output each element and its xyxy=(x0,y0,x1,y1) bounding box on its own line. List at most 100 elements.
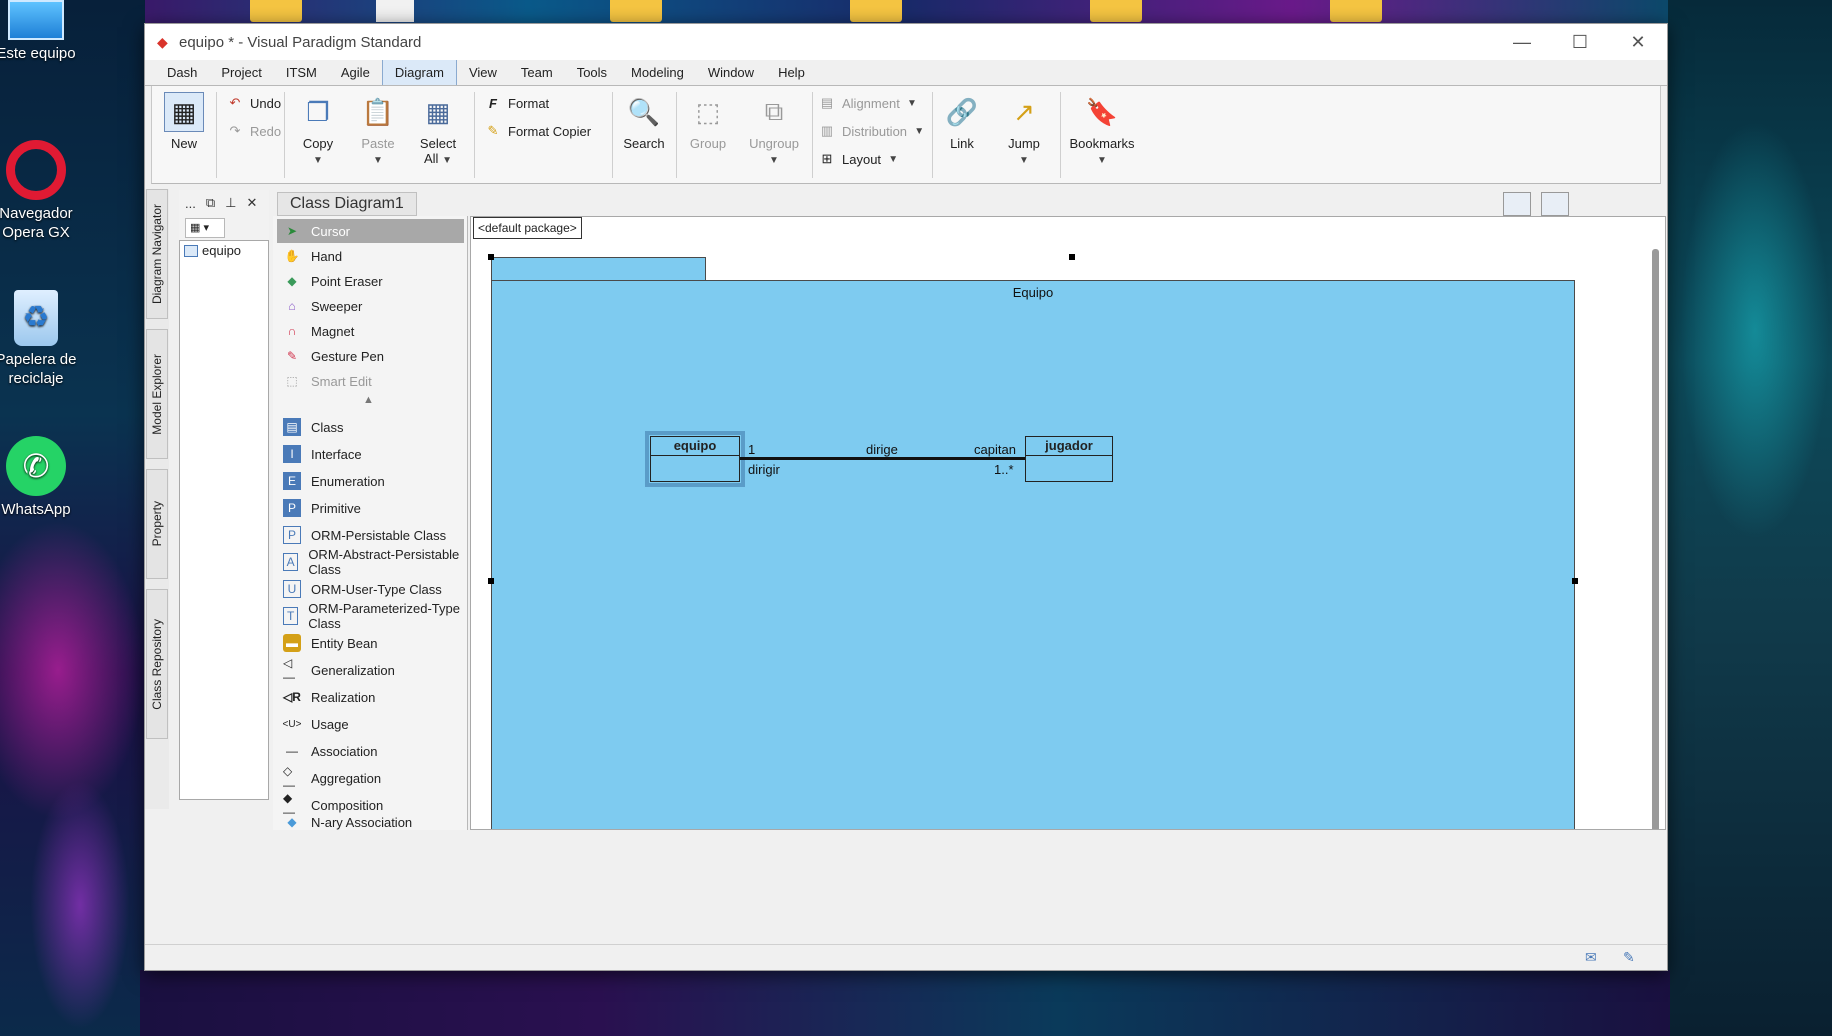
menu-itsm[interactable]: ITSM xyxy=(274,61,329,85)
package-path-label[interactable]: <default package> xyxy=(473,217,582,239)
alignment-button[interactable]: ▤ Alignment ▼ xyxy=(818,92,917,114)
title-bar[interactable]: ◆ equipo * - Visual Paradigm Standard — … xyxy=(145,24,1667,60)
shape-enumeration[interactable]: E Enumeration xyxy=(277,469,464,493)
tab-model-explorer[interactable]: Model Explorer xyxy=(146,329,168,459)
tool-gesture-pen[interactable]: ✎ Gesture Pen xyxy=(277,344,464,368)
restore-icon[interactable]: ⧉ xyxy=(206,195,215,211)
folder-icon[interactable] xyxy=(850,0,902,22)
shape-orm-abstract-persistable-class[interactable]: A ORM-Abstract-Persistable Class xyxy=(277,547,464,577)
navigator-view-dropdown[interactable]: ▦ ▾ xyxy=(185,218,225,238)
folder-icon[interactable] xyxy=(250,0,302,22)
select-all-button[interactable]: ▦ Select All ▼ xyxy=(410,92,466,167)
pin-icon[interactable]: ⊥ xyxy=(225,195,236,211)
bookmarks-button[interactable]: 🔖 Bookmarks ▼ xyxy=(1066,92,1138,167)
jump-button[interactable]: ↗ Jump ▼ xyxy=(996,92,1052,167)
desktop-icon-opera-gx[interactable]: Navegador Opera GX xyxy=(0,140,82,242)
undo-icon: ↶ xyxy=(229,95,241,110)
shape-composition[interactable]: ◆— Composition xyxy=(277,791,464,819)
role-b: capitan xyxy=(974,442,1016,457)
resize-handle[interactable] xyxy=(488,578,494,584)
desktop-wallpaper-bottom xyxy=(140,970,1670,1036)
format-copier-button[interactable]: ✎ Format Copier xyxy=(484,120,592,142)
group-button[interactable]: ⬚ Group xyxy=(680,92,736,152)
shape-nary-association[interactable]: ◆ N-ary Association xyxy=(277,815,464,830)
class-equipo[interactable]: equipo xyxy=(650,436,740,482)
menu-window[interactable]: Window xyxy=(696,61,766,85)
menu-dash[interactable]: Dash xyxy=(155,61,209,85)
vertical-scrollbar[interactable] xyxy=(1652,249,1659,829)
menu-modeling[interactable]: Modeling xyxy=(619,61,696,85)
resize-handle[interactable] xyxy=(488,254,494,260)
tool-sweeper[interactable]: ⌂ Sweeper xyxy=(277,294,464,318)
shape-class[interactable]: ▤ Class xyxy=(277,415,464,439)
paste-button[interactable]: 📋 Paste ▼ xyxy=(350,92,406,167)
menu-tools[interactable]: Tools xyxy=(565,61,619,85)
orm-user-type-icon: U xyxy=(283,580,301,598)
format-button[interactable]: F Format xyxy=(484,92,549,114)
link-button[interactable]: 🔗 Link xyxy=(934,92,990,152)
tab-class-diagram1[interactable]: Class Diagram1 xyxy=(277,192,417,216)
minimize-button[interactable]: — xyxy=(1493,24,1551,60)
desktop-icon-whatsapp[interactable]: ✆ WhatsApp xyxy=(0,436,82,519)
notes-icon[interactable]: ✎ xyxy=(1623,949,1643,965)
class-jugador[interactable]: jugador xyxy=(1025,436,1113,482)
resize-handle[interactable] xyxy=(1572,578,1578,584)
more-icon[interactable]: ... xyxy=(185,196,196,211)
menu-help[interactable]: Help xyxy=(766,61,817,85)
tool-point-eraser[interactable]: ◆ Point Eraser xyxy=(277,269,464,293)
shape-entity-bean[interactable]: ▬ Entity Bean xyxy=(277,631,464,655)
menu-agile[interactable]: Agile xyxy=(329,61,382,85)
shape-primitive[interactable]: P Primitive xyxy=(277,496,464,520)
redo-button[interactable]: ↷ Redo xyxy=(226,120,282,142)
desktop-icon-label: WhatsApp xyxy=(1,501,71,518)
view-layout-icon[interactable] xyxy=(1541,192,1569,216)
ungroup-button[interactable]: ⧉ Ungroup ▼ xyxy=(742,92,806,166)
tool-cursor[interactable]: ➤ Cursor xyxy=(277,219,464,243)
announcement-icon[interactable] xyxy=(1503,192,1531,216)
folder-icon[interactable] xyxy=(1330,0,1382,22)
undo-button[interactable]: ↶ Undo xyxy=(226,92,282,114)
new-button[interactable]: ▦ New xyxy=(156,92,212,151)
distribution-button[interactable]: ▥ Distribution ▼ xyxy=(818,120,924,142)
shape-association[interactable]: — Association xyxy=(277,739,464,763)
menu-view[interactable]: View xyxy=(457,61,509,85)
format-icon: F xyxy=(489,95,497,111)
shape-orm-user-type-class[interactable]: U ORM-User-Type Class xyxy=(277,577,464,601)
shape-realization[interactable]: ◁R Realization xyxy=(277,685,464,709)
copy-button[interactable]: ❐ Copy ▼ xyxy=(290,92,346,167)
menu-project[interactable]: Project xyxy=(209,61,273,85)
tab-property[interactable]: Property xyxy=(146,469,168,579)
tab-class-repository[interactable]: Class Repository xyxy=(146,589,168,739)
tool-smart-edit[interactable]: ⬚ Smart Edit xyxy=(277,369,464,393)
folder-icon[interactable] xyxy=(1090,0,1142,22)
menu-team[interactable]: Team xyxy=(509,61,565,85)
scroll-up-icon[interactable]: ▲ xyxy=(363,394,374,406)
tree-item-equipo[interactable]: equipo xyxy=(180,241,268,260)
tab-diagram-navigator[interactable]: Diagram Navigator xyxy=(146,189,168,319)
nary-association-icon: ◆ xyxy=(287,815,297,829)
shape-orm-parameterized-type-class[interactable]: T ORM-Parameterized-Type Class xyxy=(277,601,464,631)
desktop-icon-recycle-bin[interactable]: ♻ Papelera de reciclaje xyxy=(0,290,82,388)
maximize-button[interactable]: ☐ xyxy=(1551,24,1609,60)
close-button[interactable]: ✕ xyxy=(1609,24,1667,60)
mail-icon[interactable]: ✉ xyxy=(1585,949,1605,965)
chevron-down-icon: ▼ xyxy=(769,155,779,166)
layout-button[interactable]: ⊞ Layout ▼ xyxy=(818,148,899,170)
package-equipo[interactable]: Equipo equipo 1 dirigir dirige capitan 1… xyxy=(491,280,1575,829)
resize-handle[interactable] xyxy=(1069,254,1075,260)
shape-usage[interactable]: <U> Usage xyxy=(277,712,464,736)
association-line[interactable] xyxy=(740,457,1025,460)
shape-aggregation[interactable]: ◇— Aggregation xyxy=(277,764,464,792)
shape-generalization[interactable]: ◁— Generalization xyxy=(277,656,464,684)
desktop-icon-este-equipo[interactable]: Este equipo xyxy=(0,0,82,63)
search-button[interactable]: 🔍 Search xyxy=(616,92,672,152)
menu-diagram[interactable]: Diagram xyxy=(381,59,457,85)
tool-hand[interactable]: ✋ Hand xyxy=(277,244,464,268)
shape-orm-persistable-class[interactable]: P ORM-Persistable Class xyxy=(277,523,464,547)
folder-icon[interactable] xyxy=(610,0,662,22)
document-icon[interactable] xyxy=(376,0,414,22)
shape-interface[interactable]: I Interface xyxy=(277,442,464,466)
close-panel-icon[interactable]: ✕ xyxy=(246,195,257,211)
diagram-canvas[interactable]: <default package> Equipo equipo 1 dirigi… xyxy=(470,216,1666,830)
tool-magnet[interactable]: ∩ Magnet xyxy=(277,319,464,343)
